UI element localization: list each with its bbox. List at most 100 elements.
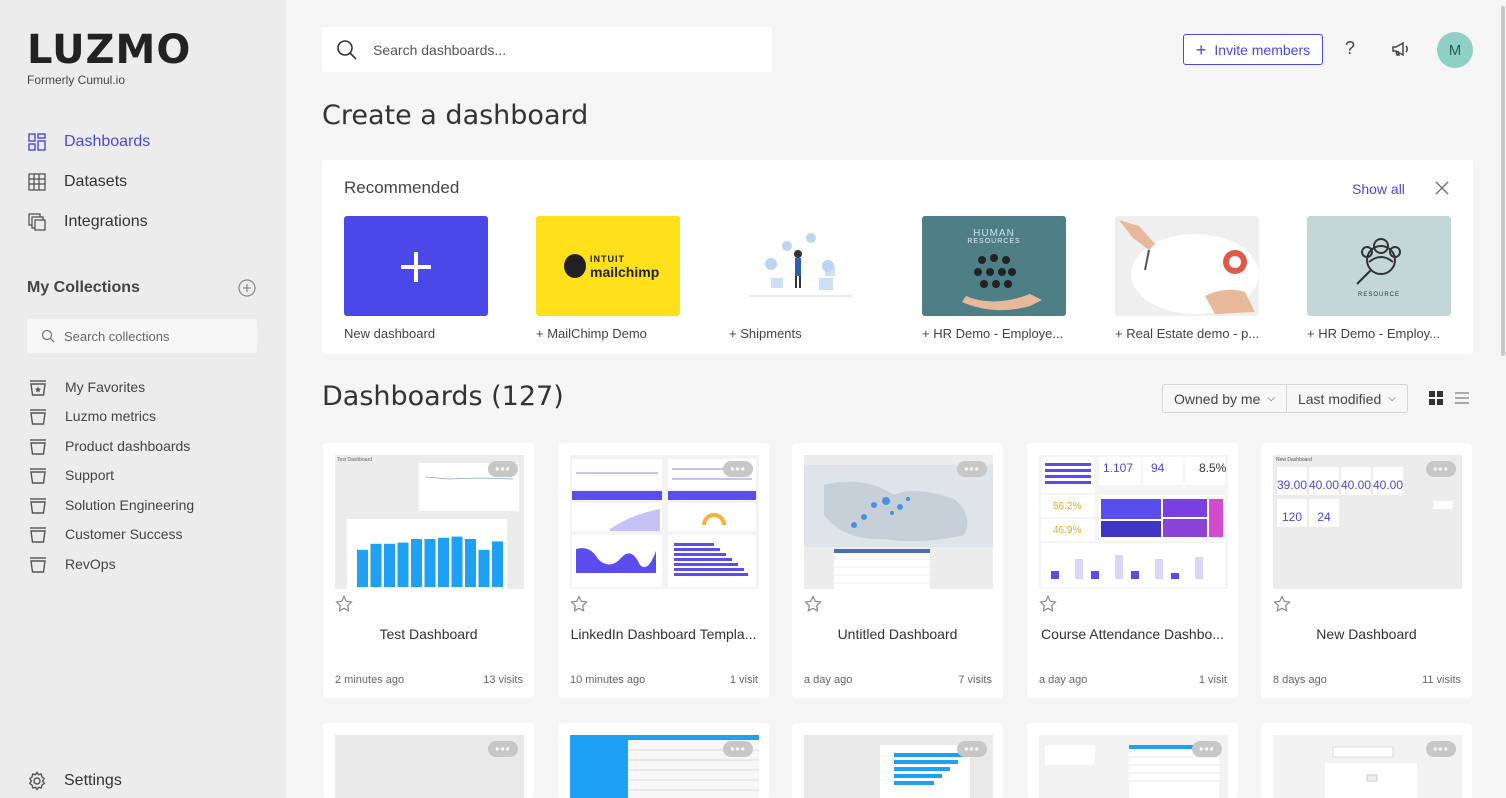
gear-icon xyxy=(27,771,47,791)
nav-item-dashboards[interactable]: Dashboards xyxy=(27,130,150,154)
page-scrollbar[interactable] xyxy=(1501,6,1505,356)
dashboard-search-placeholder: Search dashboards... xyxy=(373,41,507,58)
thumb-kpi: 46.9% xyxy=(1053,525,1082,536)
dashboard-thumbnail: 1.107 94 8.5% 56.2% 46.9% ••• xyxy=(1039,455,1228,589)
plus-icon: + xyxy=(1195,39,1207,60)
collection-icon xyxy=(28,524,48,544)
collection-item[interactable]: Support xyxy=(28,464,114,486)
collection-item[interactable]: Customer Success xyxy=(28,523,182,545)
more-options-button[interactable]: ••• xyxy=(723,461,753,477)
chevron-down-icon: ⌵ xyxy=(1267,393,1275,404)
people-search-icon xyxy=(1356,238,1401,285)
recommended-card-new-dashboard[interactable]: New dashboard xyxy=(344,216,488,341)
dashboard-name: Test Dashboard xyxy=(379,626,478,642)
dashboard-thumbnail: New Dashboard 39.00 40.00 40.00 40.00 120 24 … xyxy=(1273,455,1462,589)
recommended-card-mailchimp[interactable]: INTUIT mailchimp + MailChimp Demo xyxy=(536,216,680,341)
more-options-button[interactable]: ••• xyxy=(1192,741,1222,757)
hr-thumb-bottom: RESOURCES xyxy=(967,238,1021,245)
settings-label: Settings xyxy=(64,772,122,789)
dashboard-modified: 2 minutes ago xyxy=(335,674,405,686)
search-icon xyxy=(41,329,55,343)
dashboard-card[interactable]: ••• Untitled Dashboard a day ago 7 visit… xyxy=(792,443,1003,698)
recommended-card-hr-demo[interactable]: HUMAN RESOURCES + HR Demo - Employe... xyxy=(922,216,1066,341)
dashboard-visits: 13 visits xyxy=(483,674,523,686)
favorite-star-icon[interactable] xyxy=(1039,595,1057,613)
favorite-star-icon[interactable] xyxy=(570,595,588,613)
table-icon xyxy=(27,172,47,192)
dashboard-card[interactable]: ••• xyxy=(1027,723,1238,798)
dashboard-modified: 10 minutes ago xyxy=(570,674,646,686)
show-all-link[interactable]: Show all xyxy=(1352,181,1405,197)
thumb-kpi-tile: 120 xyxy=(1277,499,1307,527)
recommended-title: Recommended xyxy=(344,178,460,197)
thumb-bar xyxy=(384,543,395,587)
collection-icon xyxy=(28,406,48,426)
dashboard-search-input[interactable]: Search dashboards... xyxy=(322,27,772,72)
real-estate-thumb xyxy=(1115,216,1259,316)
test-bar-chart xyxy=(357,536,503,587)
collection-item[interactable]: My Favorites xyxy=(28,376,145,398)
more-options-button[interactable]: ••• xyxy=(1426,461,1456,477)
close-icon[interactable] xyxy=(1434,180,1450,196)
nav-label: Integrations xyxy=(64,213,148,230)
mailchimp-thumb-top: INTUIT xyxy=(590,254,625,264)
nav-item-datasets[interactable]: Datasets xyxy=(27,170,127,194)
dashboard-card[interactable]: 1.107 94 8.5% 56.2% 46.9% ••• Course Att… xyxy=(1027,443,1238,698)
collection-item[interactable]: RevOps xyxy=(28,553,116,575)
dashboard-modified: a day ago xyxy=(804,674,853,686)
shipments-illustration xyxy=(749,233,853,297)
collection-icon xyxy=(28,554,48,574)
mailchimp-thumb: INTUIT mailchimp xyxy=(536,216,680,316)
collection-label: Customer Success xyxy=(65,526,183,542)
recommended-card-shipments[interactable]: + Shipments xyxy=(729,216,873,341)
megaphone-icon[interactable] xyxy=(1390,38,1412,60)
dashboard-thumbnail: ••• xyxy=(804,735,993,798)
luzmo-logo[interactable]: LUZMO xyxy=(27,30,191,70)
dashboard-card[interactable]: Test Dashboard ••• Test Dashboard 2 minu… xyxy=(323,443,534,698)
owner-filter-select[interactable]: Owned by me ⌵ xyxy=(1163,385,1286,412)
help-button[interactable]: ? xyxy=(1345,38,1355,59)
dashboard-card[interactable]: New Dashboard 39.00 40.00 40.00 40.00 120 24 … xyxy=(1261,443,1472,698)
list-view-icon[interactable] xyxy=(1455,391,1469,405)
collection-item[interactable]: Solution Engineering xyxy=(28,494,194,516)
dashboard-card[interactable]: ••• LinkedIn Dashboard Templa... 10 minu… xyxy=(558,443,769,698)
chevron-down-icon: ⌵ xyxy=(1388,393,1396,404)
favorite-star-icon[interactable] xyxy=(335,595,353,613)
more-options-button[interactable]: ••• xyxy=(1426,741,1456,757)
dashboard-card[interactable]: ••• xyxy=(1261,723,1472,798)
dashboard-thumbnail: ••• xyxy=(1039,735,1228,798)
more-options-button[interactable]: ••• xyxy=(723,741,753,757)
collection-label: Product dashboards xyxy=(65,438,191,454)
more-options-button[interactable]: ••• xyxy=(957,461,987,477)
more-options-button[interactable]: ••• xyxy=(488,741,518,757)
integrations-icon xyxy=(27,212,47,232)
favorite-star-icon[interactable] xyxy=(1273,595,1291,613)
invite-members-button[interactable]: + Invite members xyxy=(1183,34,1323,65)
user-avatar[interactable]: M xyxy=(1437,32,1473,68)
thumb-bar xyxy=(451,536,463,587)
add-collection-icon[interactable] xyxy=(237,278,257,298)
dashboard-card[interactable]: ••• xyxy=(792,723,1003,798)
dashboard-card[interactable]: ••• xyxy=(558,723,769,798)
nav-item-integrations[interactable]: Integrations xyxy=(27,210,148,234)
more-options-button[interactable]: ••• xyxy=(488,461,518,477)
more-options-button[interactable]: ••• xyxy=(957,741,987,757)
dashboard-thumbnail: ••• xyxy=(804,455,993,589)
search-collections-input[interactable]: Search collections xyxy=(27,319,257,353)
thumb-bar xyxy=(357,549,368,587)
hr-resource-thumb: RESOURCE xyxy=(1307,216,1451,316)
hr-thumb: HUMAN RESOURCES xyxy=(922,216,1066,316)
dashboard-card[interactable]: ••• xyxy=(323,723,534,798)
settings-link[interactable]: Settings xyxy=(27,771,122,791)
collection-item[interactable]: Product dashboards xyxy=(28,435,190,457)
favorite-star-icon[interactable] xyxy=(804,595,822,613)
plus-icon xyxy=(401,252,431,282)
recommended-card-hr-demo-2[interactable]: RESOURCE + HR Demo - Employ... xyxy=(1307,216,1451,341)
dashboard-visits: 11 visits xyxy=(1422,674,1461,686)
recommended-card-label: + Shipments xyxy=(729,326,802,341)
grid-view-icon[interactable] xyxy=(1429,391,1443,405)
recommended-card-real-estate[interactable]: + Real Estate demo - p... xyxy=(1115,216,1259,341)
collection-item[interactable]: Luzmo metrics xyxy=(28,405,156,427)
sort-select[interactable]: Last modified ⌵ xyxy=(1285,385,1407,412)
collection-label: Support xyxy=(65,467,115,483)
